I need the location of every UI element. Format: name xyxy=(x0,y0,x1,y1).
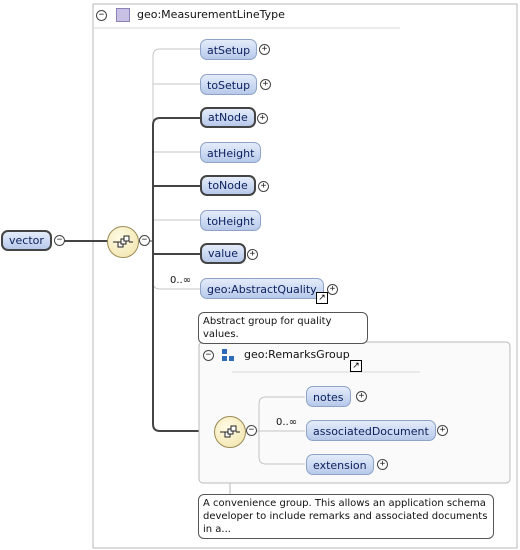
quality-cardinality: 0..∞ xyxy=(170,275,192,286)
associated-document-cardinality: 0..∞ xyxy=(276,417,298,428)
element-toSetup[interactable]: toSetup xyxy=(200,74,258,95)
expand-icon[interactable]: + xyxy=(247,249,258,260)
element-atSetup[interactable]: atSetup xyxy=(200,39,258,60)
complex-type-icon xyxy=(116,8,130,22)
expand-icon[interactable]: + xyxy=(259,44,270,55)
expand-icon[interactable]: + xyxy=(260,79,271,90)
expand-icon[interactable]: + xyxy=(437,425,448,436)
element-value[interactable]: value xyxy=(200,243,247,264)
quality-annotation: Abstract group for quality values. xyxy=(198,312,368,344)
type-collapse-icon[interactable]: − xyxy=(96,10,107,21)
element-toNode[interactable]: toNode xyxy=(200,175,256,196)
expand-icon[interactable]: + xyxy=(377,459,388,470)
element-toHeight[interactable]: toHeight xyxy=(200,210,262,231)
element-notes[interactable]: notes xyxy=(306,386,351,407)
element-atNode[interactable]: atNode xyxy=(200,107,256,128)
element-abstract-quality[interactable]: geo:AbstractQuality xyxy=(200,278,324,299)
sequence-collapse-icon[interactable]: − xyxy=(246,425,257,436)
sequence-collapse-icon[interactable]: − xyxy=(139,235,150,246)
element-extension[interactable]: extension xyxy=(306,454,374,475)
group-icon xyxy=(222,349,236,361)
expand-icon[interactable]: + xyxy=(257,113,268,124)
schema-diagram: − geo:MeasurementLineType vector − − atS… xyxy=(0,0,520,550)
group-collapse-icon[interactable]: − xyxy=(203,350,214,361)
element-atHeight[interactable]: atHeight xyxy=(200,142,262,163)
link-arrow-icon[interactable]: ↗ xyxy=(350,360,362,372)
expand-icon[interactable]: + xyxy=(356,391,367,402)
expand-icon[interactable]: + xyxy=(258,181,269,192)
root-collapse-icon[interactable]: − xyxy=(54,235,65,246)
element-associatedDocument[interactable]: associatedDocument xyxy=(306,420,436,441)
group-title: geo:RemarksGroup xyxy=(244,348,350,361)
type-title: geo:MeasurementLineType xyxy=(137,8,285,21)
link-arrow-icon[interactable]: ↗ xyxy=(316,292,328,304)
expand-icon[interactable]: + xyxy=(327,284,338,295)
root-element-vector[interactable]: vector xyxy=(1,230,52,251)
sequence-compositor-icon[interactable] xyxy=(214,416,246,448)
sequence-compositor-icon[interactable] xyxy=(107,226,139,258)
remarks-group-annotation: A convenience group. This allows an appl… xyxy=(198,494,494,539)
